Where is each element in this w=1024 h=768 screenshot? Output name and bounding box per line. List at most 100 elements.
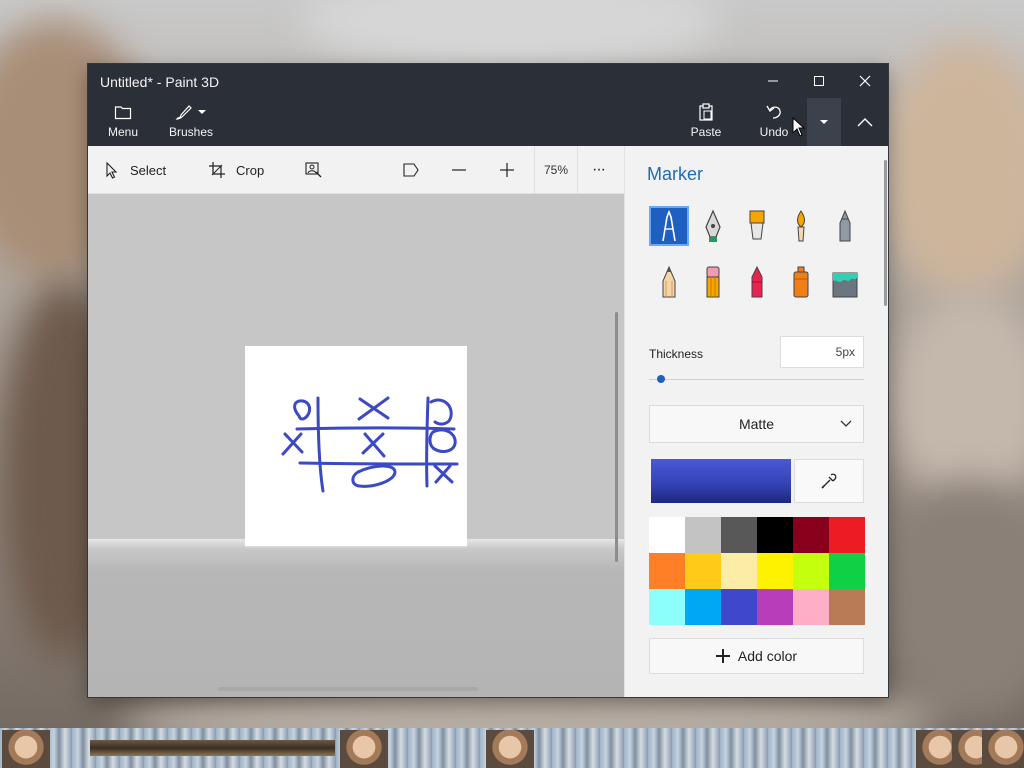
color-swatch[interactable] (793, 589, 829, 625)
pixel-pen-icon (839, 209, 851, 242)
thickness-label: Thickness (649, 347, 704, 361)
undo-button[interactable]: Undo (758, 102, 790, 144)
zoom-level[interactable]: 75% (534, 146, 578, 194)
crayon-button[interactable] (737, 262, 777, 302)
more-history-button[interactable] (807, 98, 841, 146)
crop-label: Crop (236, 162, 265, 178)
current-color-swatch[interactable] (651, 459, 791, 503)
maximize-button[interactable] (796, 64, 842, 98)
spray-can-icon (793, 266, 809, 298)
color-swatch[interactable] (721, 589, 757, 625)
paint3d-window: Untitled* - Paint 3D Menu Brushes Paste … (88, 64, 888, 697)
brush-icon (175, 105, 206, 120)
watercolor-icon (797, 210, 805, 242)
color-swatch[interactable] (685, 517, 721, 553)
paste-label: Paste (690, 125, 722, 139)
pencil-button[interactable] (649, 262, 689, 302)
fill-bucket-button[interactable] (825, 262, 865, 302)
window-title: Untitled* - Paint 3D (100, 74, 220, 90)
command-bar: Select Crop 75% ··· (88, 146, 624, 194)
eyedropper-icon (821, 473, 837, 489)
menu-label: Menu (107, 125, 139, 139)
chevron-down-icon (198, 110, 206, 114)
color-swatch[interactable] (793, 553, 829, 589)
add-color-label: Add color (737, 648, 798, 664)
color-swatch[interactable] (757, 517, 793, 553)
calligraphy-pen-button[interactable] (693, 206, 733, 246)
chevron-down-icon (840, 420, 852, 427)
calligraphy-pen-icon (705, 209, 721, 242)
brushes-label: Brushes (168, 125, 214, 139)
color-swatch[interactable] (829, 517, 865, 553)
zoom-out-button[interactable] (450, 146, 468, 194)
panel-scrollbar[interactable] (884, 160, 887, 306)
color-swatch[interactable] (649, 553, 685, 589)
minimize-button[interactable] (750, 64, 796, 98)
thickness-slider[interactable] (649, 379, 864, 380)
undo-label: Undo (759, 125, 789, 139)
plus-icon (500, 163, 514, 177)
color-swatch[interactable] (685, 553, 721, 589)
watercolor-button[interactable] (781, 206, 821, 246)
spray-can-button[interactable] (781, 262, 821, 302)
magic-select-button[interactable] (304, 146, 322, 194)
color-swatch[interactable] (649, 517, 685, 553)
minus-icon (452, 169, 466, 171)
oil-brush-icon (749, 210, 765, 240)
minimize-icon (768, 80, 778, 82)
marker-button[interactable] (649, 206, 689, 246)
collapse-toolbar-button[interactable] (850, 108, 880, 136)
select-button[interactable]: Select (104, 146, 166, 194)
finish-value: Matte (738, 416, 774, 432)
brushes-button[interactable]: Brushes (168, 102, 214, 144)
add-color-button[interactable]: Add color (649, 638, 864, 674)
folder-icon (114, 106, 132, 120)
zoom-in-button[interactable] (498, 146, 516, 194)
paste-button[interactable]: Paste (690, 102, 722, 144)
plus-icon (715, 649, 730, 663)
canvas-workspace[interactable] (88, 194, 624, 697)
pencil-icon (662, 265, 676, 298)
marker-icon (662, 209, 676, 242)
eraser-button[interactable] (693, 262, 733, 302)
chevron-up-icon (857, 118, 873, 127)
color-swatch[interactable] (829, 553, 865, 589)
color-swatch[interactable] (829, 589, 865, 625)
more-options-button[interactable]: ··· (592, 146, 606, 194)
maximize-icon (814, 76, 824, 86)
color-swatch[interactable] (685, 589, 721, 625)
taskbar-glitch-strip (0, 728, 1024, 768)
undo-icon (766, 105, 781, 119)
close-button[interactable] (842, 64, 888, 98)
color-swatch[interactable] (757, 553, 793, 589)
menu-button[interactable]: Menu (106, 102, 140, 144)
view-3d-button[interactable] (402, 146, 420, 194)
thickness-slider-thumb[interactable] (657, 375, 665, 383)
chevron-down-icon (820, 120, 828, 124)
paste-icon (699, 103, 713, 121)
brush-side-panel: Marker Thickness 5px Matte Add color (624, 146, 888, 697)
pixel-pen-button[interactable] (825, 206, 865, 246)
thickness-input[interactable]: 5px (780, 336, 864, 368)
mouse-cursor-icon (792, 117, 806, 137)
oil-brush-button[interactable] (737, 206, 777, 246)
close-icon (859, 75, 871, 87)
color-swatch[interactable] (649, 589, 685, 625)
magic-select-icon (305, 162, 322, 178)
panel-title: Marker (647, 164, 704, 184)
perspective-icon (403, 163, 419, 177)
color-swatch[interactable] (757, 589, 793, 625)
title-bar: Untitled* - Paint 3D Menu Brushes Paste … (88, 64, 888, 146)
crayon-icon (751, 265, 763, 298)
color-swatch[interactable] (793, 517, 829, 553)
select-cursor-icon (106, 161, 118, 179)
horizontal-scrollbar[interactable] (218, 687, 478, 691)
drawing-canvas[interactable] (245, 346, 467, 546)
eyedropper-button[interactable] (794, 459, 864, 503)
select-label: Select (130, 162, 167, 178)
crop-button[interactable]: Crop (208, 146, 264, 194)
finish-dropdown[interactable]: Matte (649, 405, 864, 443)
color-swatch[interactable] (721, 553, 757, 589)
color-swatch[interactable] (721, 517, 757, 553)
vertical-scrollbar[interactable] (615, 312, 618, 562)
